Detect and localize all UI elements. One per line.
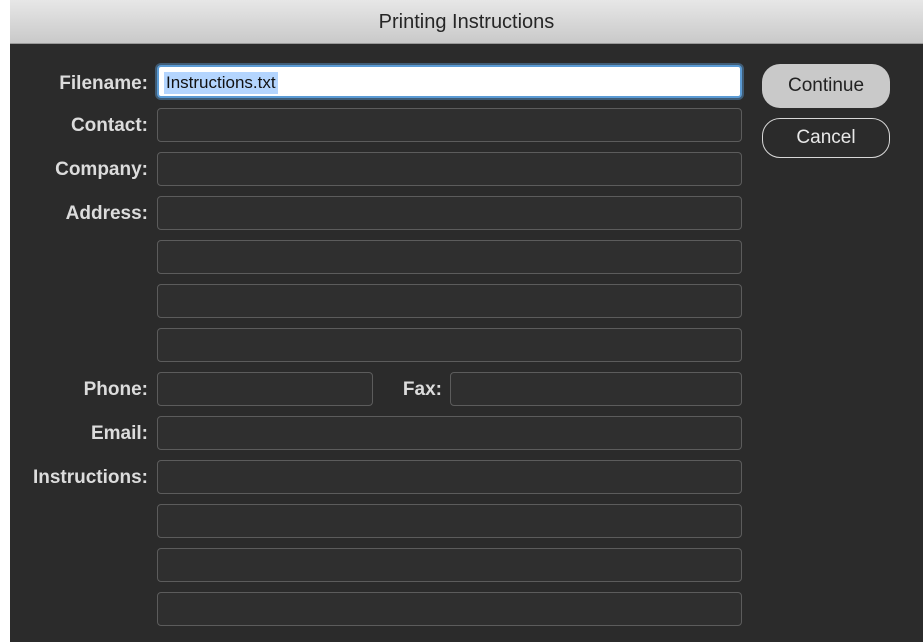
filename-value: Instructions.txt bbox=[164, 72, 278, 94]
fax-label: Fax: bbox=[402, 379, 442, 400]
fax-field[interactable] bbox=[450, 372, 742, 406]
continue-button[interactable]: Continue bbox=[762, 64, 890, 108]
contact-label: Contact: bbox=[70, 115, 148, 136]
email-label: Email: bbox=[90, 423, 148, 444]
address-field-line-2[interactable] bbox=[157, 240, 742, 274]
filename-label: Filename: bbox=[59, 73, 148, 94]
printing-instructions-dialog: Printing Instructions Filename: Instruct… bbox=[10, 0, 923, 642]
company-field[interactable] bbox=[157, 152, 742, 186]
instructions-field-line-2[interactable] bbox=[157, 504, 742, 538]
address-label: Address: bbox=[65, 203, 148, 224]
address-field-line-1[interactable] bbox=[157, 196, 742, 230]
instructions-label: Instructions: bbox=[32, 467, 148, 488]
address-field-line-3[interactable] bbox=[157, 284, 742, 318]
cancel-button[interactable]: Cancel bbox=[762, 118, 890, 158]
instructions-field-line-4[interactable] bbox=[157, 592, 742, 626]
phone-label: Phone: bbox=[83, 379, 148, 400]
instructions-field-line-1[interactable] bbox=[157, 460, 742, 494]
company-label: Company: bbox=[55, 159, 148, 180]
address-field-line-4[interactable] bbox=[157, 328, 742, 362]
contact-field[interactable] bbox=[157, 108, 742, 142]
dialog-title: Printing Instructions bbox=[10, 0, 923, 44]
email-field[interactable] bbox=[157, 416, 742, 450]
phone-field[interactable] bbox=[157, 372, 373, 406]
instructions-field-line-3[interactable] bbox=[157, 548, 742, 582]
filename-field[interactable]: Instructions.txt bbox=[157, 65, 742, 98]
